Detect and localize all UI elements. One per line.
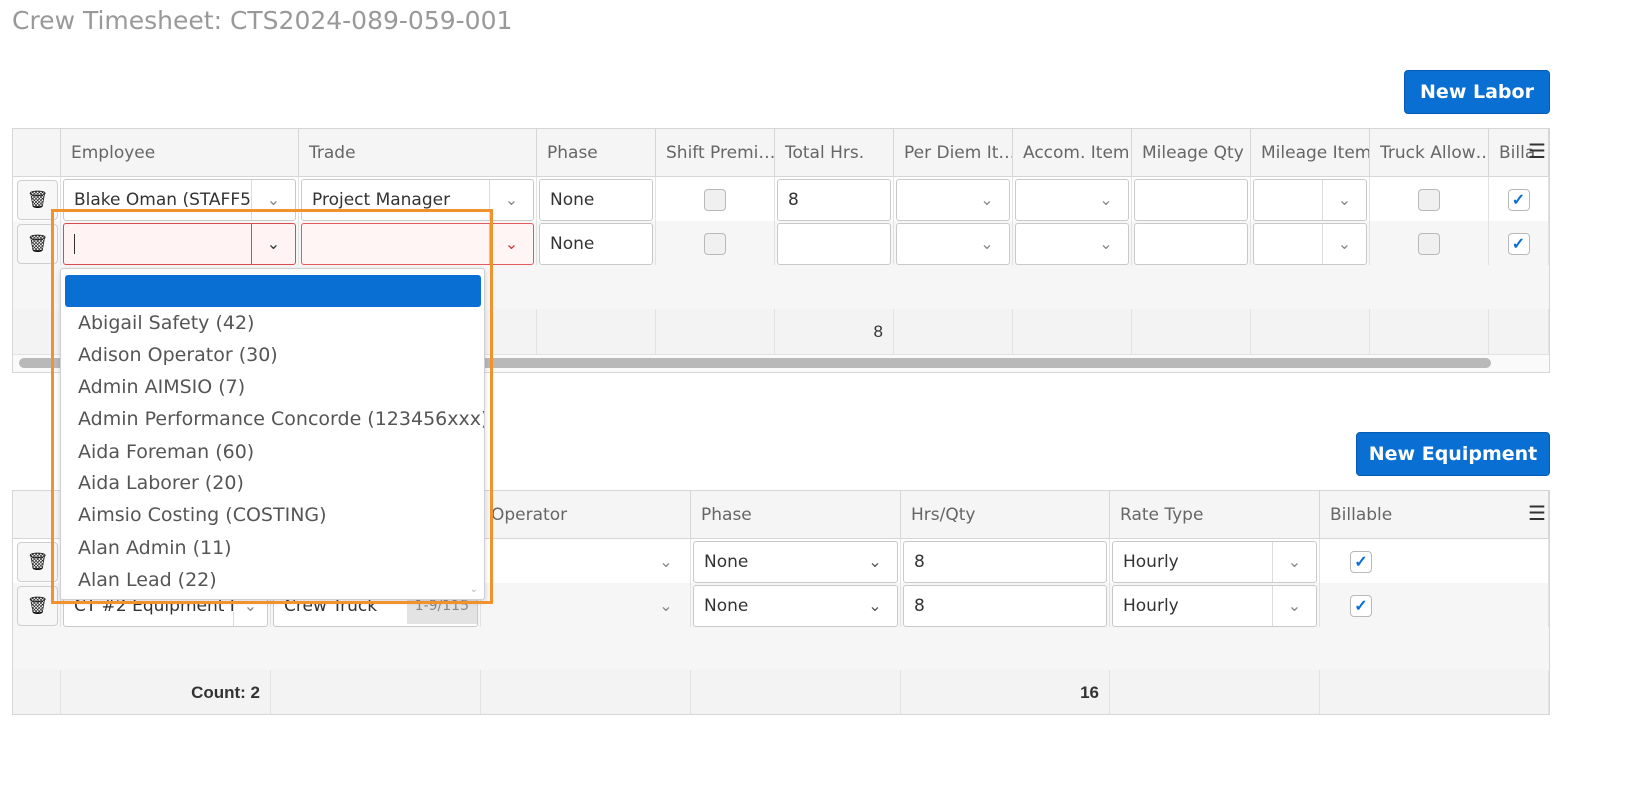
table-row: 🗑 ⌄ ⌄ None ⌄ ⌄ ⌄ ✓: [13, 221, 1549, 268]
chevron-down-icon[interactable]: ⌄: [853, 586, 897, 626]
scroll-down-icon[interactable]: ⌄: [470, 584, 478, 595]
trash-icon[interactable]: 🗑: [17, 542, 58, 582]
hrs-qty-input[interactable]: 8: [903, 541, 1107, 583]
employee-select[interactable]: Blake Oman (STAFF5) ⌄: [63, 179, 296, 221]
shift-premium-checkbox[interactable]: [704, 189, 726, 211]
mileage-item-select[interactable]: ⌄: [1253, 179, 1367, 221]
shift-premium-checkbox[interactable]: [704, 233, 726, 255]
trash-icon[interactable]: 🗑: [17, 224, 58, 264]
header-operator[interactable]: Operator: [481, 491, 691, 539]
mileage-item-select[interactable]: ⌄: [1253, 223, 1367, 265]
header-phase[interactable]: Phase: [537, 129, 656, 177]
header-billable[interactable]: Billable: [1320, 491, 1549, 539]
footer-total-hrs: 8: [775, 309, 894, 354]
dropdown-option[interactable]: Admin Performance Concorde (123456xxx): [78, 408, 484, 430]
chevron-down-icon[interactable]: ⌄: [1322, 180, 1366, 220]
phase-field[interactable]: None: [539, 179, 653, 221]
chevron-down-icon[interactable]: ⌄: [644, 585, 688, 627]
trade-value: Project Manager: [312, 190, 451, 210]
new-equipment-button[interactable]: New Equipment: [1356, 432, 1550, 476]
footer-count: Count: 2: [61, 670, 271, 714]
phase-select[interactable]: None ⌄: [693, 541, 898, 583]
header-total-hrs[interactable]: Total Hrs.: [775, 129, 894, 177]
chevron-down-icon[interactable]: ⌄: [489, 224, 533, 264]
header-mileage-item[interactable]: Mileage Item: [1251, 129, 1370, 177]
table-row: 🗑 Blake Oman (STAFF5) ⌄ Project Manager …: [13, 177, 1549, 224]
dropdown-option[interactable]: Aida Laborer (20): [78, 472, 244, 494]
dropdown-option[interactable]: Alan Admin (11): [78, 537, 232, 559]
header-accom-item[interactable]: Accom. Item: [1013, 129, 1132, 177]
total-hrs-input[interactable]: [777, 223, 891, 265]
new-labor-button[interactable]: New Labor: [1404, 70, 1550, 114]
equipment-grid-footer: Count: 2 16: [13, 670, 1549, 714]
hrs-qty-input[interactable]: 8: [903, 585, 1107, 627]
phase-select[interactable]: None ⌄: [693, 585, 898, 627]
header-hrs-qty[interactable]: Hrs/Qty: [901, 491, 1110, 539]
trash-icon[interactable]: 🗑: [17, 180, 58, 220]
dropdown-option[interactable]: Adison Operator (30): [78, 344, 278, 366]
chevron-down-icon[interactable]: ⌄: [251, 224, 295, 264]
header-rate-type[interactable]: Rate Type: [1110, 491, 1320, 539]
dropdown-option[interactable]: Alan Lead (22): [78, 569, 217, 591]
operator-select[interactable]: ⌄: [483, 585, 688, 627]
page-title: Crew Timesheet: CTS2024-089-059-001: [12, 6, 513, 35]
chevron-down-icon[interactable]: ⌄: [251, 180, 295, 220]
footer-hrs: 16: [901, 670, 1110, 714]
employee-dropdown-list: Abigail Safety (42) Adison Operator (30)…: [60, 268, 485, 600]
total-hrs-input[interactable]: 8: [777, 179, 891, 221]
billable-checkbox[interactable]: ✓: [1350, 595, 1372, 617]
truck-allow-checkbox[interactable]: [1418, 189, 1440, 211]
billable-checkbox[interactable]: ✓: [1350, 551, 1372, 573]
per-diem-select[interactable]: ⌄: [896, 179, 1010, 221]
dropdown-option[interactable]: Aida Foreman (60): [78, 441, 254, 463]
chevron-down-icon[interactable]: ⌄: [1084, 180, 1128, 220]
dropdown-option[interactable]: Aimsio Costing (COSTING): [78, 504, 327, 526]
rate-type-select[interactable]: Hourly ⌄: [1112, 541, 1317, 583]
chevron-down-icon[interactable]: ⌄: [1084, 224, 1128, 264]
mileage-qty-input[interactable]: [1134, 179, 1248, 221]
phase-field[interactable]: None: [539, 223, 653, 265]
chevron-down-icon[interactable]: ⌄: [853, 542, 897, 582]
rate-type-select[interactable]: Hourly ⌄: [1112, 585, 1317, 627]
truck-allow-checkbox[interactable]: [1418, 233, 1440, 255]
chevron-down-icon[interactable]: ⌄: [489, 180, 533, 220]
mileage-qty-input[interactable]: [1134, 223, 1248, 265]
empty-row: [13, 627, 1549, 674]
chevron-down-icon[interactable]: ⌄: [644, 541, 688, 583]
header-truck-allow[interactable]: Truck Allow…: [1370, 129, 1489, 177]
employee-select[interactable]: ⌄: [63, 223, 296, 265]
chevron-down-icon[interactable]: ⌄: [965, 224, 1009, 264]
operator-select[interactable]: ⌄: [483, 541, 688, 583]
chevron-down-icon[interactable]: ⌄: [1272, 542, 1316, 582]
column-menu-icon[interactable]: ☰: [1528, 501, 1546, 526]
header-per-diem-item[interactable]: Per Diem It…: [894, 129, 1013, 177]
per-diem-select[interactable]: ⌄: [896, 223, 1010, 265]
header-actions: [13, 129, 61, 177]
header-phase[interactable]: Phase: [691, 491, 901, 539]
dropdown-option[interactable]: Abigail Safety (42): [78, 312, 254, 334]
text-cursor: [74, 234, 75, 254]
header-employee[interactable]: Employee: [61, 129, 299, 177]
billable-checkbox[interactable]: ✓: [1507, 233, 1530, 255]
chevron-down-icon[interactable]: ⌄: [965, 180, 1009, 220]
header-shift-premium[interactable]: Shift Premi…: [656, 129, 775, 177]
trade-select[interactable]: Project Manager ⌄: [301, 179, 534, 221]
accom-select[interactable]: ⌄: [1015, 223, 1129, 265]
billable-checkbox[interactable]: ✓: [1507, 189, 1530, 211]
chevron-down-icon[interactable]: ⌄: [1322, 224, 1366, 264]
accom-select[interactable]: ⌄: [1015, 179, 1129, 221]
trash-icon[interactable]: 🗑: [17, 586, 58, 626]
header-mileage-qty[interactable]: Mileage Qty: [1132, 129, 1251, 177]
chevron-down-icon[interactable]: ⌄: [1272, 586, 1316, 626]
trade-select[interactable]: ⌄: [301, 223, 534, 265]
dropdown-option-selected[interactable]: [65, 275, 481, 307]
header-trade[interactable]: Trade: [299, 129, 537, 177]
dropdown-option[interactable]: Admin AIMSIO (7): [78, 376, 245, 398]
employee-value: Blake Oman (STAFF5): [74, 190, 251, 210]
column-menu-icon[interactable]: ☰: [1528, 139, 1546, 164]
labor-grid-header: Employee Trade Phase Shift Premi… Total …: [13, 129, 1549, 177]
